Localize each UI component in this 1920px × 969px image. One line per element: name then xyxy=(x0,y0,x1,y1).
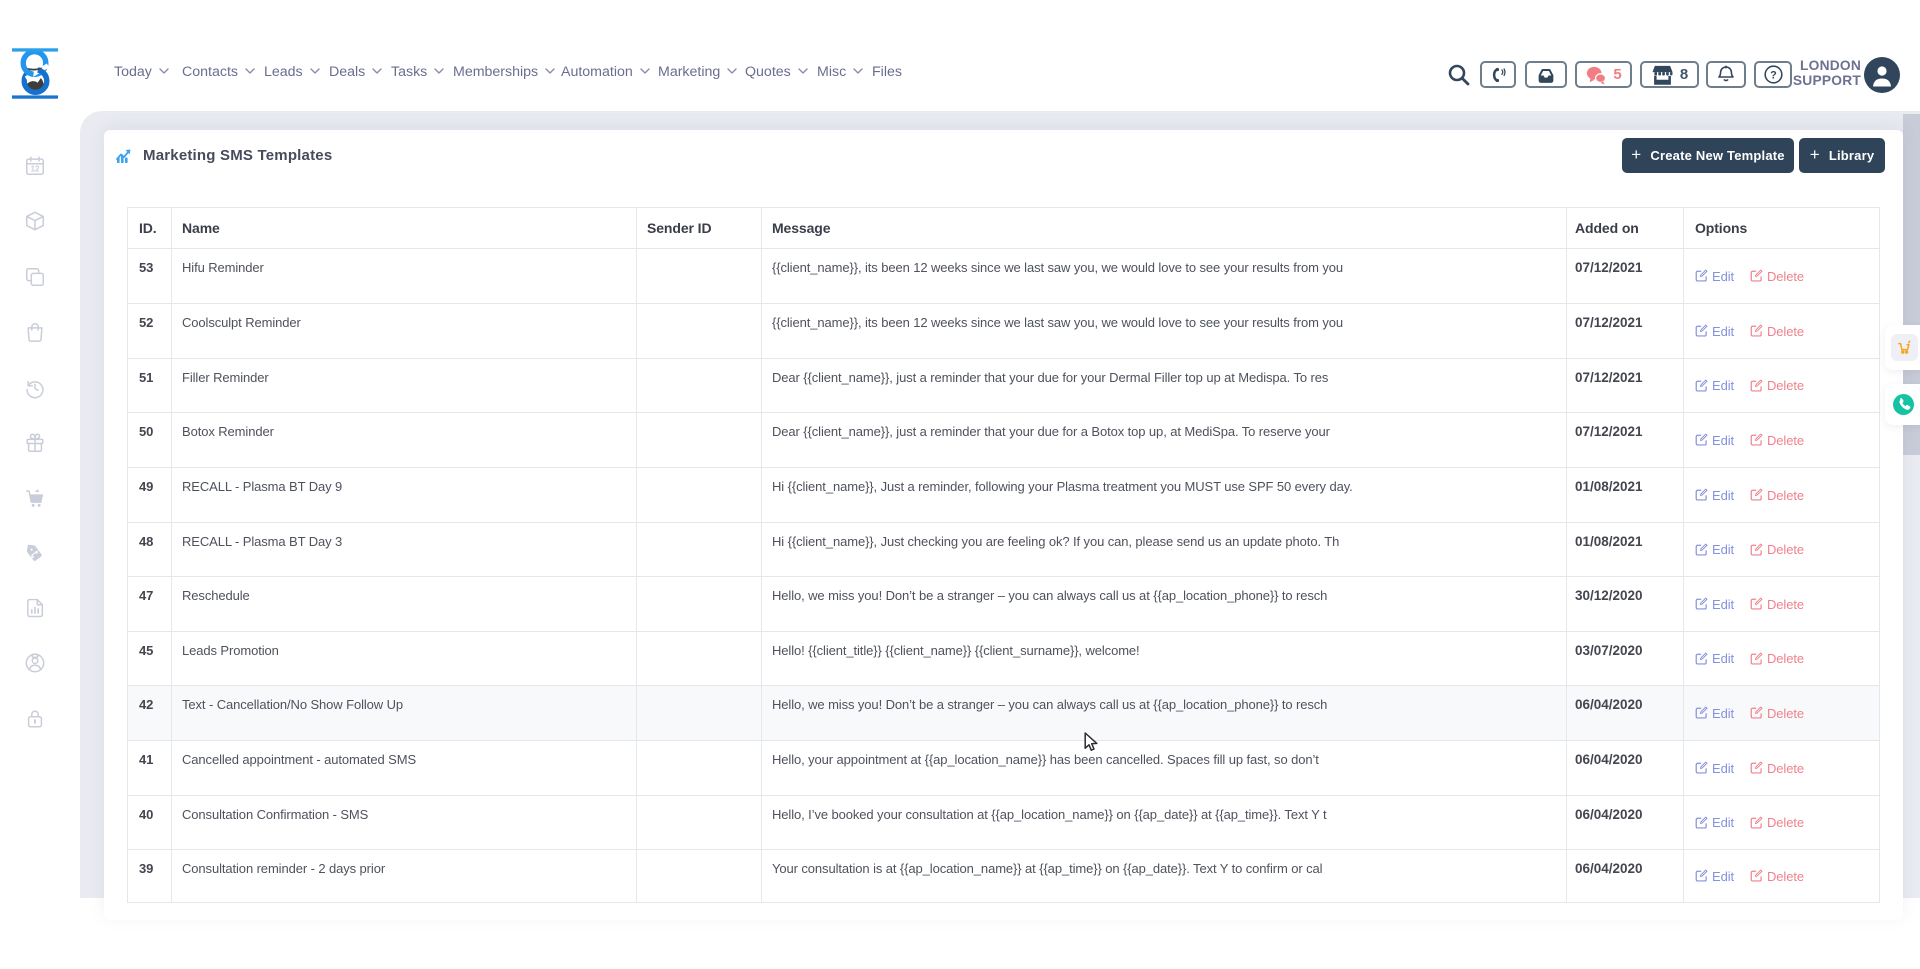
svg-text:12: 12 xyxy=(31,165,40,174)
